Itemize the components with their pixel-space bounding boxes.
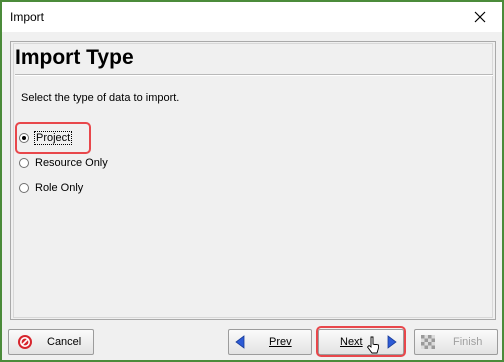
radio-label-project[interactable]: Project bbox=[33, 131, 73, 145]
window-title: Import bbox=[10, 10, 45, 24]
radio-button-project[interactable] bbox=[19, 133, 29, 143]
radio-label-role-only[interactable]: Role Only bbox=[35, 182, 83, 194]
close-icon bbox=[474, 11, 486, 23]
instruction-text: Select the type of data to import. bbox=[21, 92, 180, 104]
mouse-cursor-icon bbox=[366, 336, 379, 354]
cancel-button[interactable]: Cancel bbox=[8, 329, 94, 355]
radio-option-resource-only[interactable]: Resource Only bbox=[19, 155, 108, 171]
heading-divider bbox=[15, 74, 493, 76]
page-title: Import Type bbox=[15, 46, 134, 69]
content-panel-inner bbox=[13, 43, 493, 318]
arrow-left-icon bbox=[235, 335, 245, 349]
radio-option-project[interactable]: Project bbox=[19, 130, 73, 146]
prev-button[interactable]: Prev bbox=[228, 329, 312, 355]
title-bar: Import bbox=[2, 2, 502, 32]
next-highlight bbox=[316, 326, 406, 357]
finish-button[interactable]: Finish bbox=[414, 329, 498, 355]
radio-button-role-only[interactable] bbox=[19, 183, 29, 193]
radio-button-resource-only[interactable] bbox=[19, 158, 29, 168]
cancel-icon bbox=[18, 335, 32, 349]
radio-label-resource-only[interactable]: Resource Only bbox=[35, 157, 108, 169]
content-panel: Import Type Select the type of data to i… bbox=[10, 41, 496, 320]
finish-button-label: Finish bbox=[453, 336, 483, 348]
prev-button-label: Prev bbox=[269, 336, 292, 348]
import-dialog: Import Import Type Select the type of da… bbox=[0, 0, 504, 362]
close-button[interactable] bbox=[458, 2, 502, 32]
cancel-button-label: Cancel bbox=[47, 336, 82, 348]
checkered-flag-icon bbox=[421, 335, 435, 349]
radio-option-role-only[interactable]: Role Only bbox=[19, 180, 83, 196]
